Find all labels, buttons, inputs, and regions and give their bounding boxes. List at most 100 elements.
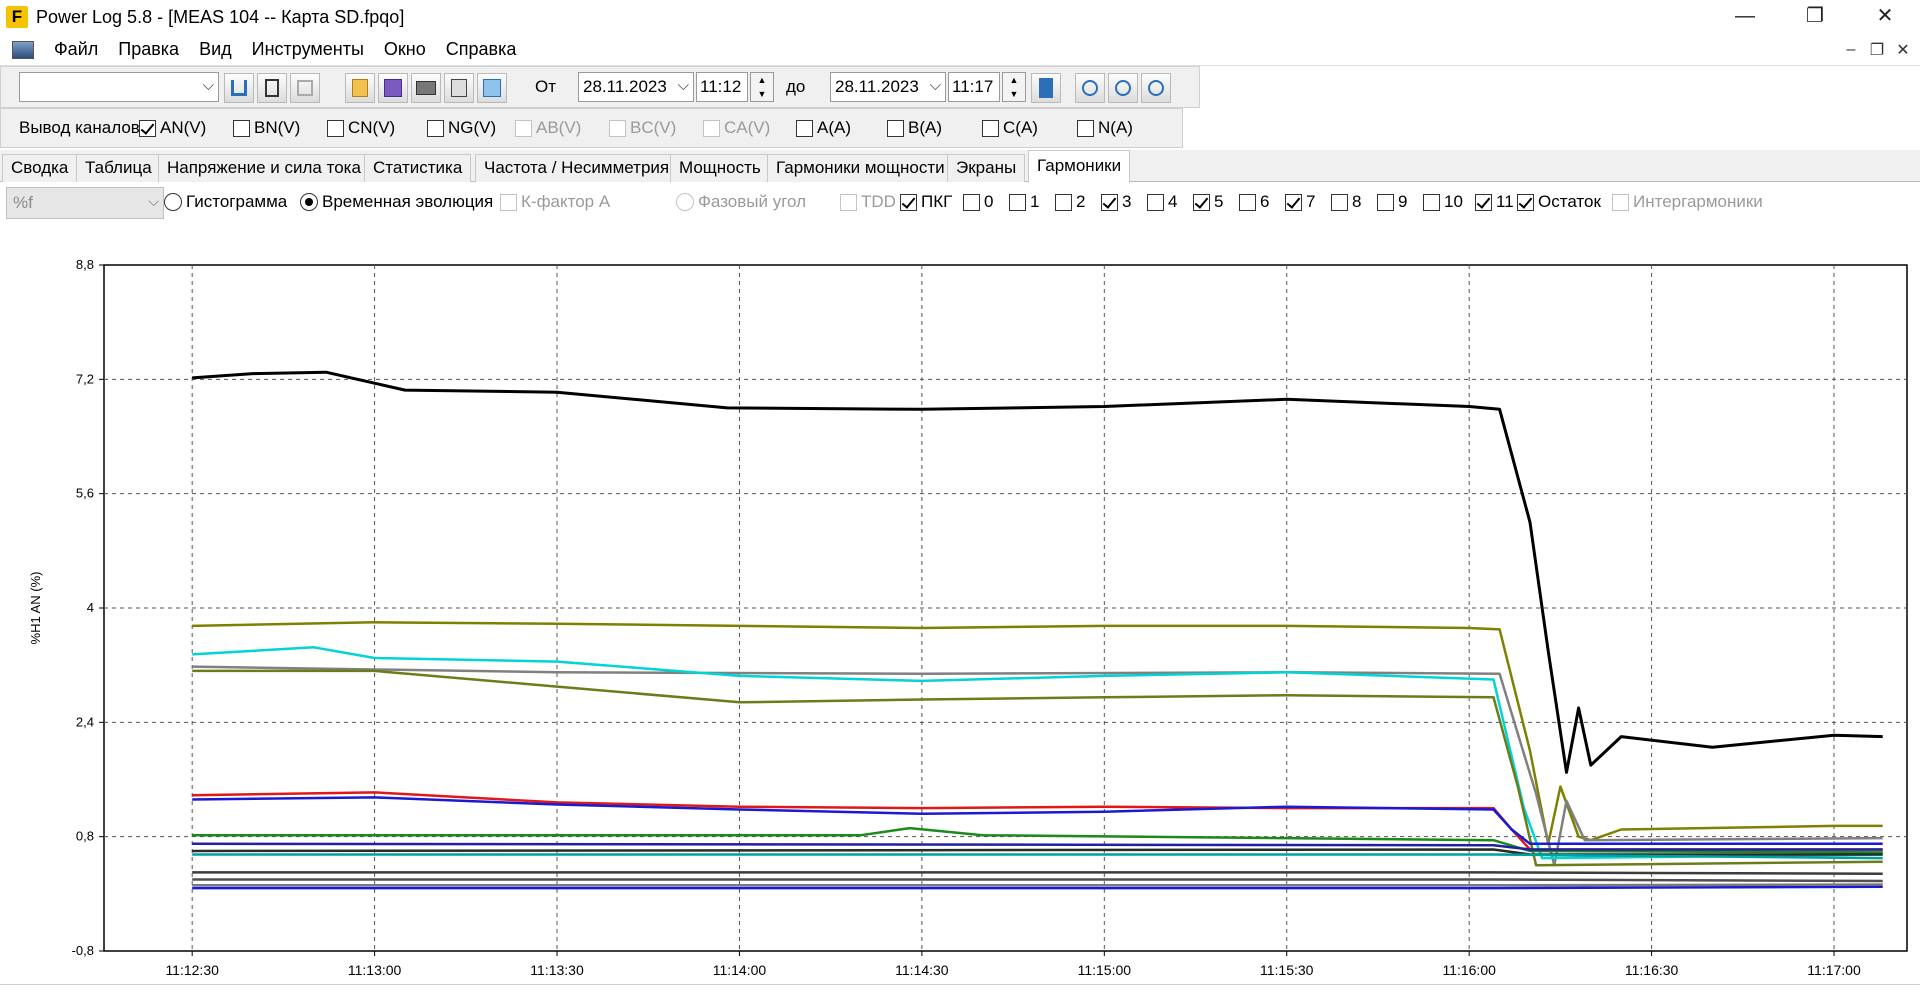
harmonic-checkbox-10[interactable]: 8	[1331, 192, 1361, 212]
x-tick-label: 11:13:30	[530, 962, 584, 978]
copy-disabled-button	[290, 73, 320, 103]
channel-checkbox-na[interactable]: N(A)	[1077, 118, 1133, 138]
card-button[interactable]	[257, 73, 287, 103]
menu-help[interactable]: Справка	[436, 39, 527, 60]
to-time-spinner[interactable]: ▲ ▼	[1002, 72, 1026, 102]
harmonic-checkbox-8[interactable]: 6	[1239, 192, 1269, 212]
main-toolbar: ⌵ От 28.11.2023 ⌵ 11:12 ▲ ▼ до 28.11.2023…	[0, 66, 1200, 108]
channel-checkbox-bcv: BC(V)	[609, 118, 676, 138]
channel-checkbox-ngv[interactable]: NG(V)	[427, 118, 496, 138]
mdi-restore-button[interactable]: ❐	[1864, 40, 1890, 60]
y-tick-label: 0,8	[76, 829, 94, 844]
kfactor-label: К-фактор А	[521, 192, 611, 211]
zoom-out-button[interactable]	[1108, 73, 1138, 103]
channel-checkbox-abv: AB(V)	[515, 118, 581, 138]
print-button[interactable]	[411, 73, 441, 103]
channel-label: B(A)	[908, 118, 942, 137]
zoom-fit-button[interactable]	[1141, 73, 1171, 103]
copy-icon	[297, 80, 313, 96]
harmonic-checkbox-3[interactable]: 1	[1009, 192, 1039, 212]
channel-checkbox-cnv[interactable]: CN(V)	[327, 118, 395, 138]
harmonic-checkbox-1[interactable]: ПКГ	[900, 192, 952, 212]
harmonic-checkbox-14[interactable]: Остаток	[1517, 192, 1601, 212]
harmonic-label: 7	[1306, 192, 1316, 211]
tab-power-harmonics[interactable]: Гармоники мощности	[767, 154, 954, 182]
harmonic-checkbox-5[interactable]: 3	[1101, 192, 1131, 212]
to-date-picker[interactable]: 28.11.2023 ⌵	[830, 72, 946, 102]
zoom-in-button[interactable]	[1075, 73, 1105, 103]
harmonic-checkbox-6[interactable]: 4	[1147, 192, 1177, 212]
mdi-close-button[interactable]: ✕	[1890, 40, 1916, 60]
tab-statistics[interactable]: Статистика	[364, 154, 472, 182]
series-line-14	[192, 883, 1883, 887]
menu-window[interactable]: Окно	[374, 39, 436, 60]
menu-tools[interactable]: Инструменты	[242, 39, 374, 60]
y-tick-label: 4	[87, 600, 94, 615]
tab-harmonics[interactable]: Гармоники	[1028, 150, 1131, 183]
harmonic-label: 8	[1352, 192, 1362, 211]
tab-screens[interactable]: Экраны	[947, 154, 1026, 182]
radio-dot	[300, 193, 318, 211]
minimize-button[interactable]: —	[1710, 0, 1780, 34]
checkbox-box	[796, 119, 813, 137]
document-window-icon[interactable]	[12, 40, 34, 59]
harmonic-label: 3	[1122, 192, 1132, 211]
channel-checkbox-bnv[interactable]: BN(V)	[233, 118, 300, 138]
menu-file[interactable]: Файл	[44, 39, 108, 60]
session-combo[interactable]: ⌵	[19, 72, 219, 102]
channel-checkbox-ba[interactable]: B(A)	[887, 118, 942, 138]
menu-edit[interactable]: Правка	[108, 39, 189, 60]
channel-label: NG(V)	[448, 118, 497, 137]
from-time-spinner[interactable]: ▲ ▼	[750, 72, 774, 102]
harmonic-checkbox-4[interactable]: 2	[1055, 192, 1085, 212]
channel-checkbox-aa[interactable]: A(A)	[796, 118, 851, 138]
checkbox-box	[427, 119, 444, 137]
download-button[interactable]	[224, 73, 254, 103]
checkbox-box	[1239, 193, 1256, 211]
phase-angle-label: Фазовый угол	[698, 192, 807, 211]
radio-dot	[164, 193, 182, 211]
harmonic-checkbox-2[interactable]: 0	[963, 192, 993, 212]
y-axis-label: %H1 AN (%)	[28, 572, 43, 645]
radio-time-evolution[interactable]: Временная эволюция	[300, 192, 493, 212]
series-line-11	[192, 871, 1883, 876]
harmonic-checkbox-11[interactable]: 9	[1377, 192, 1407, 212]
harmonic-checkbox-12[interactable]: 10	[1423, 192, 1463, 212]
harmonic-checkbox-13[interactable]: 11	[1475, 192, 1514, 212]
radio-histogram[interactable]: Гистограмма	[164, 192, 287, 212]
tab-summary[interactable]: Сводка	[2, 154, 78, 182]
restore-button[interactable]: ❐	[1780, 0, 1850, 34]
open-button[interactable]	[345, 73, 375, 103]
harmonics-chart[interactable]: 8,8 7,2 5,6 4 2,4 0,8 -0,8 11:12:30 11:13:00 11:1…	[0, 223, 1920, 985]
channel-label: N(A)	[1098, 118, 1133, 137]
channel-checkbox-anv[interactable]: AN(V)	[139, 118, 206, 138]
to-time-field[interactable]: 11:17	[948, 72, 1000, 102]
tab-frequency[interactable]: Частота / Несимметрия	[475, 154, 679, 182]
harmonic-checkbox-9[interactable]: 7	[1285, 192, 1315, 212]
menu-view[interactable]: Вид	[189, 39, 242, 60]
from-date-picker[interactable]: 28.11.2023 ⌵	[578, 72, 694, 102]
export-button[interactable]	[477, 73, 507, 103]
chart-svg[interactable]: 8,8 7,2 5,6 4 2,4 0,8 -0,8 11:12:30 11:13:00 11:1…	[0, 223, 1920, 985]
save-button[interactable]	[378, 73, 408, 103]
checkbox-box	[840, 193, 857, 211]
y-tick-label: 7,2	[76, 371, 94, 386]
y-tick-label: 2,4	[76, 714, 94, 729]
tab-power[interactable]: Мощность	[670, 154, 770, 182]
tab-voltage-current[interactable]: Напряжение и сила тока	[158, 154, 370, 182]
from-date-value: 28.11.2023	[583, 77, 667, 96]
channel-checkbox-ca[interactable]: C(A)	[982, 118, 1038, 138]
mdi-minimize-button[interactable]: –	[1838, 41, 1864, 59]
harmonic-checkbox-7[interactable]: 5	[1193, 192, 1223, 212]
tab-table[interactable]: Таблица	[76, 154, 161, 182]
channel-label: A(A)	[817, 118, 851, 137]
zoom-fit-icon	[1148, 80, 1164, 96]
tab-strip: Сводка Таблица Напряжение и сила тока Ст…	[0, 150, 1920, 183]
close-button[interactable]: ✕	[1850, 0, 1920, 34]
checkbox-box	[1077, 119, 1094, 137]
from-time-field[interactable]: 11:12	[696, 72, 748, 102]
x-tick-label: 11:16:00	[1442, 962, 1496, 978]
report-button[interactable]	[444, 73, 474, 103]
x-tick-label: 11:15:30	[1260, 962, 1314, 978]
apply-range-button[interactable]	[1031, 73, 1061, 103]
